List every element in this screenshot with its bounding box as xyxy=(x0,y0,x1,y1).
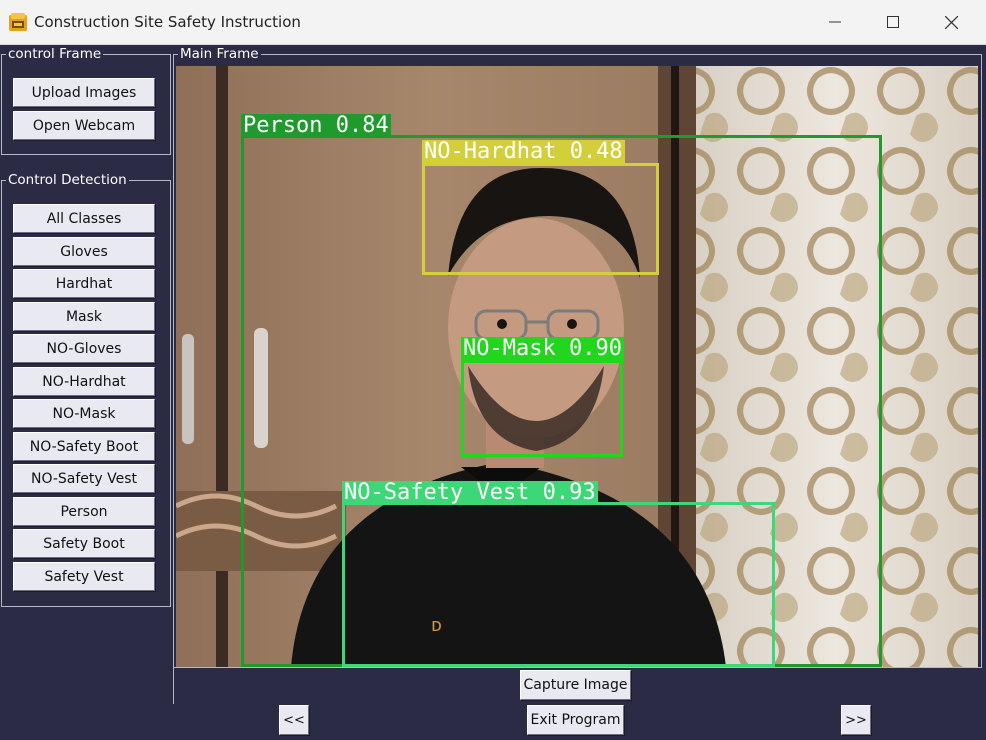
control-frame-legend: control Frame xyxy=(6,46,104,62)
title-bar[interactable]: Construction Site Safety Instruction xyxy=(0,0,986,45)
minimize-icon xyxy=(829,21,841,23)
gloves-button[interactable]: Gloves xyxy=(13,237,155,266)
window-title: Construction Site Safety Instruction xyxy=(34,13,301,31)
close-icon xyxy=(944,15,958,29)
detection-image: ᴅ Person 0.84 NO-Hardhat 0.48 NO-Mask 0.… xyxy=(176,66,978,667)
safety-boot-button[interactable]: Safety Boot xyxy=(13,529,155,558)
person-button[interactable]: Person xyxy=(13,497,155,526)
close-button[interactable] xyxy=(922,0,980,44)
no-mask-button[interactable]: NO-Mask xyxy=(13,399,155,428)
minimize-button[interactable] xyxy=(806,0,864,44)
upload-images-button[interactable]: Upload Images xyxy=(13,78,155,107)
main-frame-legend: Main Frame xyxy=(178,46,261,62)
previous-button[interactable]: << xyxy=(279,705,309,735)
open-webcam-button[interactable]: Open Webcam xyxy=(13,111,155,140)
no-gloves-button[interactable]: NO-Gloves xyxy=(13,334,155,363)
bbox-label-no-mask: NO-Mask 0.90 xyxy=(461,336,624,361)
control-detection-legend: Control Detection xyxy=(6,172,129,188)
bbox-no-mask xyxy=(461,360,623,457)
next-button[interactable]: >> xyxy=(841,705,871,735)
all-classes-button[interactable]: All Classes xyxy=(13,204,155,233)
maximize-button[interactable] xyxy=(864,0,922,44)
no-safety-boot-button[interactable]: NO-Safety Boot xyxy=(13,432,155,461)
app-icon xyxy=(9,13,27,31)
safety-vest-button[interactable]: Safety Vest xyxy=(13,562,155,591)
maximize-icon xyxy=(887,16,899,28)
bbox-label-no-hardhat: NO-Hardhat 0.48 xyxy=(422,139,625,164)
no-safety-vest-button[interactable]: NO-Safety Vest xyxy=(13,464,155,493)
exit-program-button[interactable]: Exit Program xyxy=(527,705,624,735)
hardhat-button[interactable]: Hardhat xyxy=(13,269,155,298)
bbox-label-person: Person 0.84 xyxy=(241,113,391,138)
bbox-no-safety-vest xyxy=(342,502,775,667)
bbox-label-no-safety-vest: NO-Safety Vest 0.93 xyxy=(342,480,598,505)
bbox-no-hardhat xyxy=(422,163,659,275)
capture-image-button[interactable]: Capture Image xyxy=(520,670,631,700)
app-window: Construction Site Safety Instruction con… xyxy=(0,0,986,740)
mask-button[interactable]: Mask xyxy=(13,302,155,331)
no-hardhat-button[interactable]: NO-Hardhat xyxy=(13,367,155,396)
